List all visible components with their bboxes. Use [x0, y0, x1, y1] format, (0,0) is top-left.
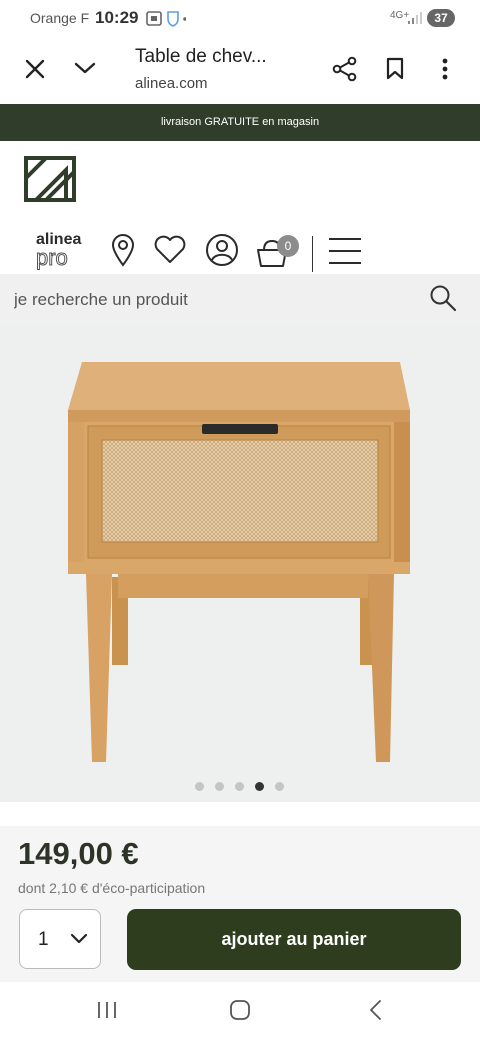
header-divider: [312, 236, 313, 272]
store-location-icon[interactable]: [110, 233, 136, 267]
more-vertical-icon[interactable]: [440, 57, 450, 81]
clock: 10:29: [95, 8, 139, 27]
promo-banner[interactable]: livraison GRATUITE en magasin: [0, 104, 480, 141]
recent-apps-icon[interactable]: [96, 1000, 118, 1020]
quantity-select[interactable]: [19, 909, 101, 969]
eco-participation: dont 2,10 € d'éco-participation: [18, 880, 206, 896]
chevron-down-icon: [70, 933, 88, 944]
product-price: 149,00 €: [18, 836, 139, 871]
back-icon[interactable]: [368, 999, 382, 1021]
product-image[interactable]: [60, 352, 420, 772]
bookmark-icon[interactable]: [385, 57, 405, 81]
carousel-dot-1[interactable]: [195, 782, 204, 791]
signal-icon: [408, 12, 422, 24]
account-icon[interactable]: [205, 233, 239, 267]
add-to-cart-button[interactable]: ajouter au panier: [127, 909, 461, 970]
search-bar: [0, 274, 480, 324]
cart-count-badge: 0: [277, 235, 299, 257]
carrier-label: Orange F: [30, 10, 90, 26]
alinea-pro-link[interactable]: alinea pro: [35, 232, 81, 270]
share-icon[interactable]: [332, 56, 358, 82]
status-icons: [146, 11, 186, 27]
quantity-value: 1: [38, 929, 49, 950]
carousel-dot-2[interactable]: [215, 782, 224, 791]
alinea-logo[interactable]: [24, 156, 76, 202]
chevron-down-icon[interactable]: [73, 60, 97, 76]
home-icon[interactable]: [229, 999, 251, 1021]
network-type: 4G+: [390, 10, 410, 21]
carousel-dot-3[interactable]: [235, 782, 244, 791]
page-url[interactable]: alinea.com: [135, 75, 208, 92]
alinea-pro-bottom: pro: [35, 245, 68, 270]
carousel-dot-4-active[interactable]: [255, 782, 264, 791]
heart-icon[interactable]: [153, 234, 187, 264]
page-title[interactable]: Table de chev...: [135, 46, 267, 68]
close-icon[interactable]: [24, 58, 46, 80]
battery-indicator: 37: [427, 9, 455, 27]
search-icon[interactable]: [429, 284, 457, 312]
search-input[interactable]: [12, 282, 416, 318]
menu-icon[interactable]: [328, 236, 362, 266]
carousel-dot-5[interactable]: [275, 782, 284, 791]
